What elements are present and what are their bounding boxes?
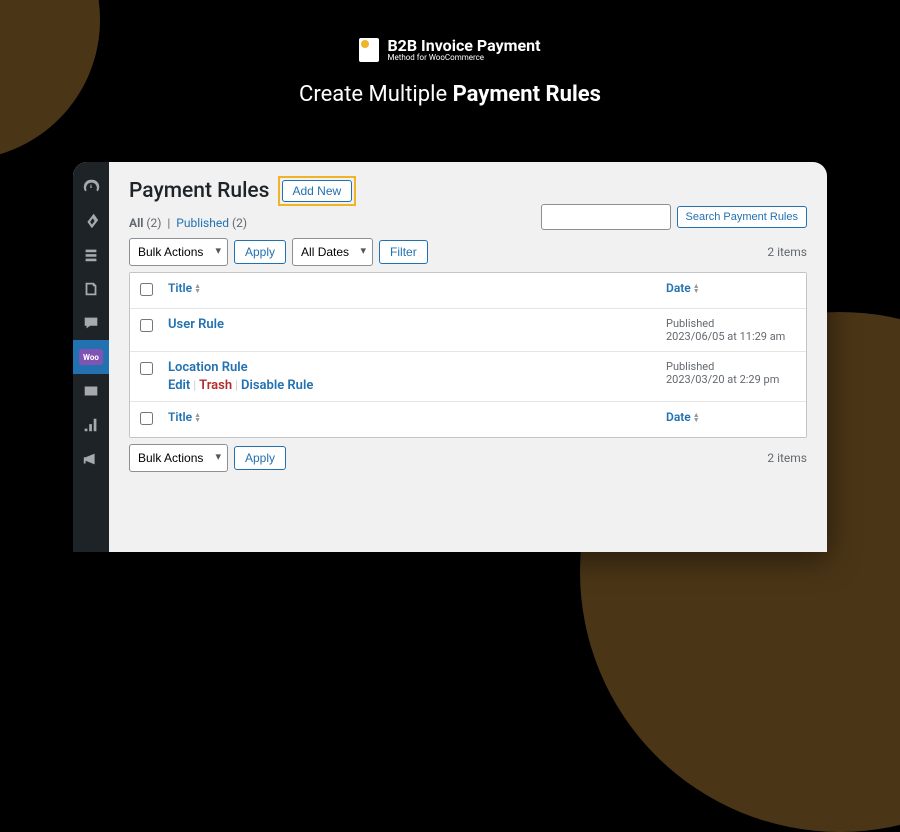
- row-actions: Edit | Trash | Disable Rule: [168, 378, 666, 393]
- items-count-bottom: 2 items: [767, 451, 807, 465]
- title-column-footer[interactable]: Title: [168, 410, 192, 424]
- select-all-checkbox[interactable]: [140, 283, 153, 296]
- filter-link-published[interactable]: Published: [176, 216, 229, 230]
- search-button[interactable]: Search Payment Rules: [677, 206, 808, 228]
- page-title: Payment Rules: [129, 179, 270, 203]
- items-count-top: 2 items: [767, 245, 807, 259]
- bulk-actions-select-bottom[interactable]: Bulk Actions: [129, 444, 228, 472]
- invoice-icon: [359, 38, 379, 62]
- payment-rules-table: Title▲▼ Date▲▼ User Rule Published 2023/…: [129, 272, 807, 438]
- slogan: Create Multiple Payment Rules: [0, 82, 900, 107]
- rule-status: Published: [666, 317, 714, 330]
- sidebar-item-posts[interactable]: [73, 204, 109, 238]
- table-header: Title▲▼ Date▲▼: [130, 273, 806, 309]
- add-new-button[interactable]: Add New: [282, 180, 353, 202]
- search-input[interactable]: [541, 204, 671, 230]
- sidebar-item-pages[interactable]: [73, 272, 109, 306]
- trash-link[interactable]: Trash: [199, 378, 232, 393]
- content-area: Payment Rules Add New Search Payment Rul…: [109, 162, 827, 552]
- row-checkbox[interactable]: [140, 362, 153, 375]
- select-all-checkbox-bottom[interactable]: [140, 412, 153, 425]
- logo-main: B2B Invoice Payment: [387, 38, 540, 54]
- title-column-header[interactable]: Title: [168, 281, 192, 295]
- logo-sub: Method for WooCommerce: [387, 54, 540, 62]
- sort-icon: ▲▼: [693, 413, 700, 423]
- table-footer: Title▲▼ Date▲▼: [130, 402, 806, 437]
- admin-panel: Woo Payment Rules Add New Search Payment…: [73, 162, 827, 552]
- date-column-header[interactable]: Date: [666, 281, 691, 295]
- table-row: User Rule Published 2023/06/05 at 11:29 …: [130, 309, 806, 352]
- rule-date: 2023/03/20 at 2:29 pm: [666, 373, 779, 386]
- edit-link[interactable]: Edit: [168, 378, 190, 393]
- date-filter-select[interactable]: All Dates: [292, 238, 373, 266]
- add-new-highlight: Add New: [278, 176, 357, 206]
- apply-button-top[interactable]: Apply: [234, 240, 286, 264]
- rule-date: 2023/06/05 at 11:29 am: [666, 330, 785, 343]
- sort-icon: ▲▼: [693, 284, 700, 294]
- row-checkbox[interactable]: [140, 319, 153, 332]
- bulk-actions-select[interactable]: Bulk Actions: [129, 238, 228, 266]
- sidebar-item-dashboard[interactable]: [73, 170, 109, 204]
- apply-button-bottom[interactable]: Apply: [234, 446, 286, 470]
- disable-link[interactable]: Disable Rule: [241, 378, 313, 393]
- sidebar-item-analytics[interactable]: [73, 408, 109, 442]
- sidebar-item-woocommerce[interactable]: Woo: [73, 340, 109, 374]
- woo-icon: Woo: [79, 349, 103, 365]
- sort-icon: ▲▼: [194, 413, 201, 423]
- sidebar-item-comments[interactable]: [73, 306, 109, 340]
- filter-button[interactable]: Filter: [379, 240, 428, 264]
- rule-title-link[interactable]: Location Rule: [168, 360, 248, 375]
- sidebar-item-products[interactable]: [73, 374, 109, 408]
- admin-sidebar: Woo: [73, 162, 109, 552]
- rule-title-link[interactable]: User Rule: [168, 317, 224, 332]
- plugin-logo: B2B Invoice Payment Method for WooCommer…: [0, 38, 900, 62]
- sidebar-item-marketing[interactable]: [73, 442, 109, 476]
- sidebar-item-media[interactable]: [73, 238, 109, 272]
- sort-icon: ▲▼: [194, 284, 201, 294]
- rule-status: Published: [666, 360, 714, 373]
- table-row: Location Rule Edit | Trash | Disable Rul…: [130, 352, 806, 402]
- date-column-footer[interactable]: Date: [666, 410, 691, 424]
